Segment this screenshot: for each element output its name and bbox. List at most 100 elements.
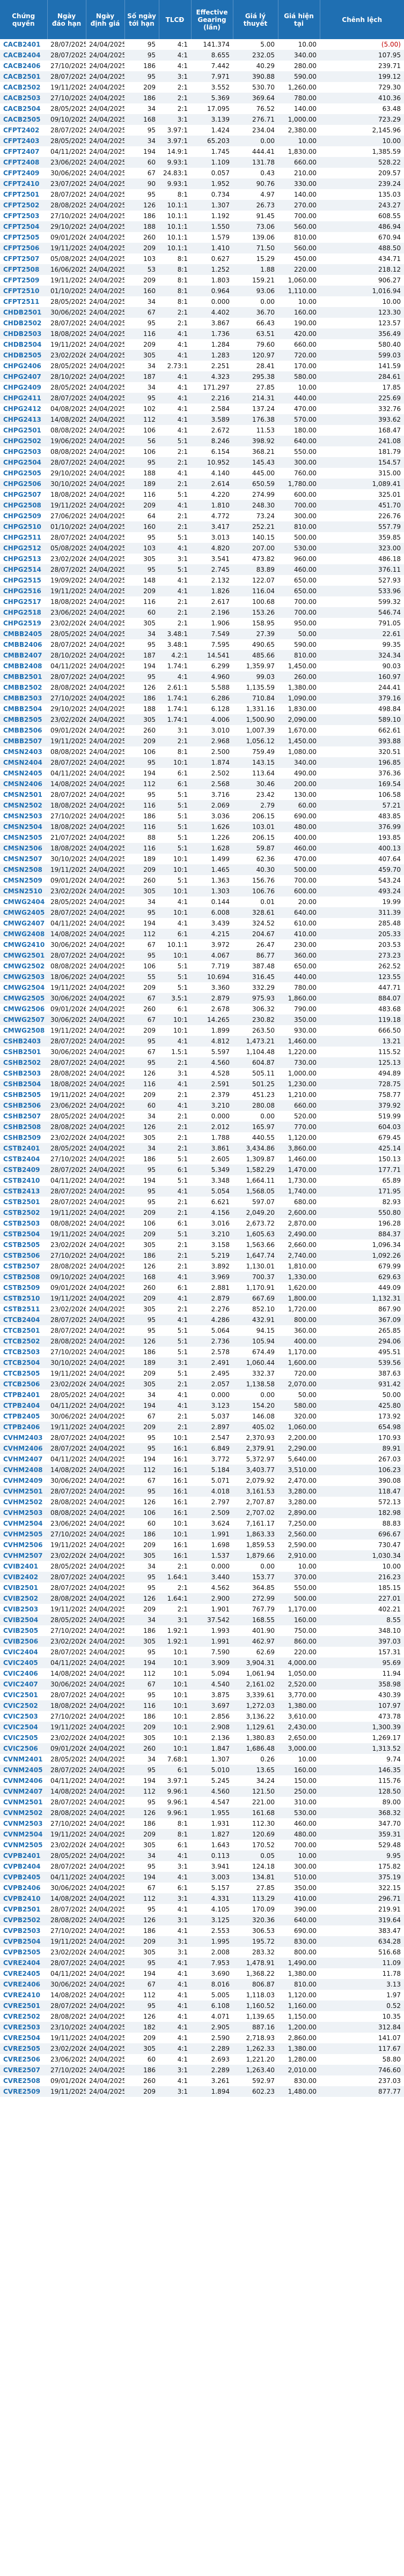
price-difference-cell: 666.50 (320, 1025, 404, 1036)
days-to-maturity-cell: 194 (124, 1872, 159, 1883)
warrant-code-cell: CHPG2512 (0, 543, 47, 554)
maturity-date-cell: 28/07/2025 (47, 1486, 86, 1497)
maturity-date-cell: 23/02/2026 (47, 1550, 86, 1561)
current-price-cell: 360.00 (278, 1325, 320, 1336)
table-row: CSTB2505 23/02/2026 24/04/2025 305 2:1 3.158 1… (0, 1240, 404, 1250)
current-price-cell: 690.00 (278, 1925, 320, 1936)
warrant-code-cell: CMWG2410 (0, 939, 47, 950)
days-to-maturity-cell: 194 (124, 918, 159, 929)
conversion-ratio-cell: 4:1 (159, 2054, 191, 2065)
current-price-cell: 50.00 (278, 1390, 320, 1400)
current-price-cell: 10.00 (278, 382, 320, 393)
maturity-date-cell: 29/10/2025 (47, 221, 86, 232)
table-row: CSTB2502 19/11/2025 24/04/2025 209 2:1 4.156 2… (0, 1207, 404, 1218)
current-price-cell: 500.00 (278, 864, 320, 875)
warrant-code-cell: CACB2502 (0, 82, 47, 93)
price-difference-cell: 115.76 (320, 1775, 404, 1786)
table-row: CHPG2504 28/07/2025 24/04/2025 95 2:1 10.952 1… (0, 457, 404, 468)
table-row: CVNM2407 14/08/2025 24/04/2025 112 9.96:1 4.5… (0, 1786, 404, 1797)
current-price-cell: 700.00 (278, 211, 320, 221)
price-difference-cell: 273.23 (320, 950, 404, 961)
effective-gearing-cell: 4.323 (191, 371, 233, 382)
days-to-maturity-cell: 103 (124, 253, 159, 264)
theoretical-price-cell: 30.46 (233, 779, 278, 789)
table-row: CMWG2407 04/11/2025 24/04/2025 194 4:1 3.439 3… (0, 918, 404, 929)
maturity-date-cell: 04/11/2025 (47, 1175, 86, 1186)
theoretical-price-cell: 3,434.86 (233, 1143, 278, 1154)
theoretical-price-cell: 1.88 (233, 264, 278, 275)
conversion-ratio-cell: 2:1 (159, 1304, 191, 1315)
warrant-code-cell: CFPT2403 (0, 136, 47, 146)
valuation-date-cell: 24/04/2025 (86, 1668, 124, 1679)
effective-gearing-cell: 2.012 (191, 1122, 233, 1132)
effective-gearing-cell: 4.812 (191, 1036, 233, 1047)
maturity-date-cell: 28/07/2025 (47, 189, 86, 200)
valuation-date-cell: 24/04/2025 (86, 800, 124, 811)
maturity-date-cell: 28/05/2025 (47, 1754, 86, 1765)
current-price-cell: 1,260.00 (278, 82, 320, 93)
effective-gearing-cell: 4.960 (191, 671, 233, 682)
valuation-date-cell: 24/04/2025 (86, 1497, 124, 1507)
current-price-cell: 1,380.00 (278, 682, 320, 693)
days-to-maturity-cell: 95 (124, 71, 159, 82)
warrant-code-cell: CSHB2506 (0, 1100, 47, 1111)
effective-gearing-cell: 1.628 (191, 843, 233, 854)
valuation-date-cell: 24/04/2025 (86, 61, 124, 71)
valuation-date-cell: 24/04/2025 (86, 457, 124, 468)
current-price-cell: 660.00 (278, 157, 320, 168)
valuation-date-cell: 24/04/2025 (86, 1218, 124, 1229)
effective-gearing-cell: 2.132 (191, 575, 233, 586)
warrant-code-cell: CHPG2519 (0, 618, 47, 629)
valuation-date-cell: 24/04/2025 (86, 629, 124, 639)
valuation-date-cell: 24/04/2025 (86, 1925, 124, 1936)
valuation-date-cell: 24/04/2025 (86, 2033, 124, 2043)
maturity-date-cell: 28/07/2025 (47, 39, 86, 50)
days-to-maturity-cell: 188 (124, 221, 159, 232)
valuation-date-cell: 24/04/2025 (86, 1979, 124, 1990)
days-to-maturity-cell: 95 (124, 1904, 159, 1915)
current-price-cell: 1,230.00 (278, 1079, 320, 1089)
days-to-maturity-cell: 67 (124, 1411, 159, 1422)
warrant-code-cell: CMSN2404 (0, 757, 47, 768)
conversion-ratio-cell: 10:1 (159, 1647, 191, 1657)
price-difference-cell: 170.93 (320, 1432, 404, 1443)
maturity-date-cell: 18/08/2025 (47, 328, 86, 339)
conversion-ratio-cell: 5:1 (159, 1347, 191, 1357)
conversion-ratio-cell: 4:1 (159, 1925, 191, 1936)
maturity-date-cell: 23/06/2025 (47, 1518, 86, 1529)
current-price-cell: 3,770.00 (278, 1690, 320, 1700)
conversion-ratio-cell: 3:1 (159, 2086, 191, 2097)
valuation-date-cell: 24/04/2025 (86, 746, 124, 757)
warrant-code-cell: CMBB2503 (0, 693, 47, 704)
price-difference-cell: 219.91 (320, 1904, 404, 1915)
effective-gearing-cell: 1.579 (191, 232, 233, 243)
current-price-cell: 1,380.00 (278, 2043, 320, 2054)
warrant-code-cell: CHPG2516 (0, 586, 47, 596)
effective-gearing-cell: 1.995 (191, 1936, 233, 1947)
current-price-cell: 20.00 (278, 897, 320, 907)
theoretical-price-cell: 103.01 (233, 822, 278, 832)
valuation-date-cell: 24/04/2025 (86, 1154, 124, 1164)
price-difference-cell: 546.74 (320, 607, 404, 618)
theoretical-price-cell: 5,372.97 (233, 1454, 278, 1465)
maturity-date-cell: 23/02/2026 (47, 1132, 86, 1143)
theoretical-price-cell: 5.00 (233, 39, 278, 50)
conversion-ratio-cell: 10:1 (159, 1529, 191, 1540)
conversion-ratio-cell: 4:1 (159, 2022, 191, 2033)
warrant-code-cell: CSTB2504 (0, 1229, 47, 1240)
conversion-ratio-cell: 4:1 (159, 50, 191, 61)
warrant-code-cell: CMWG2404 (0, 897, 47, 907)
table-row: CSTB2409 28/07/2025 24/04/2025 95 6:1 5.349 1,… (0, 1164, 404, 1175)
theoretical-price-cell: 316.45 (233, 972, 278, 982)
conversion-ratio-cell: 8:1 (159, 1829, 191, 1840)
theoretical-price-cell: 93.06 (233, 286, 278, 296)
effective-gearing-cell: 3.772 (191, 1454, 233, 1465)
warrant-table-container: Chứng quyền Ngày đáo hạn Ngày định giá S… (0, 0, 404, 2097)
maturity-date-cell: 23/07/2025 (47, 178, 86, 189)
table-row: CVRE2406 30/06/2025 24/04/2025 67 4:1 8.016 80… (0, 1979, 404, 1990)
current-price-cell: 190.00 (278, 318, 320, 328)
table-row: CHPG2501 08/08/2025 24/04/2025 106 4:1 2.672 1… (0, 425, 404, 436)
theoretical-price-cell: 0.05 (233, 1850, 278, 1861)
theoretical-price-cell: 1,060.44 (233, 1357, 278, 1368)
price-difference-cell: 679.99 (320, 1261, 404, 1272)
